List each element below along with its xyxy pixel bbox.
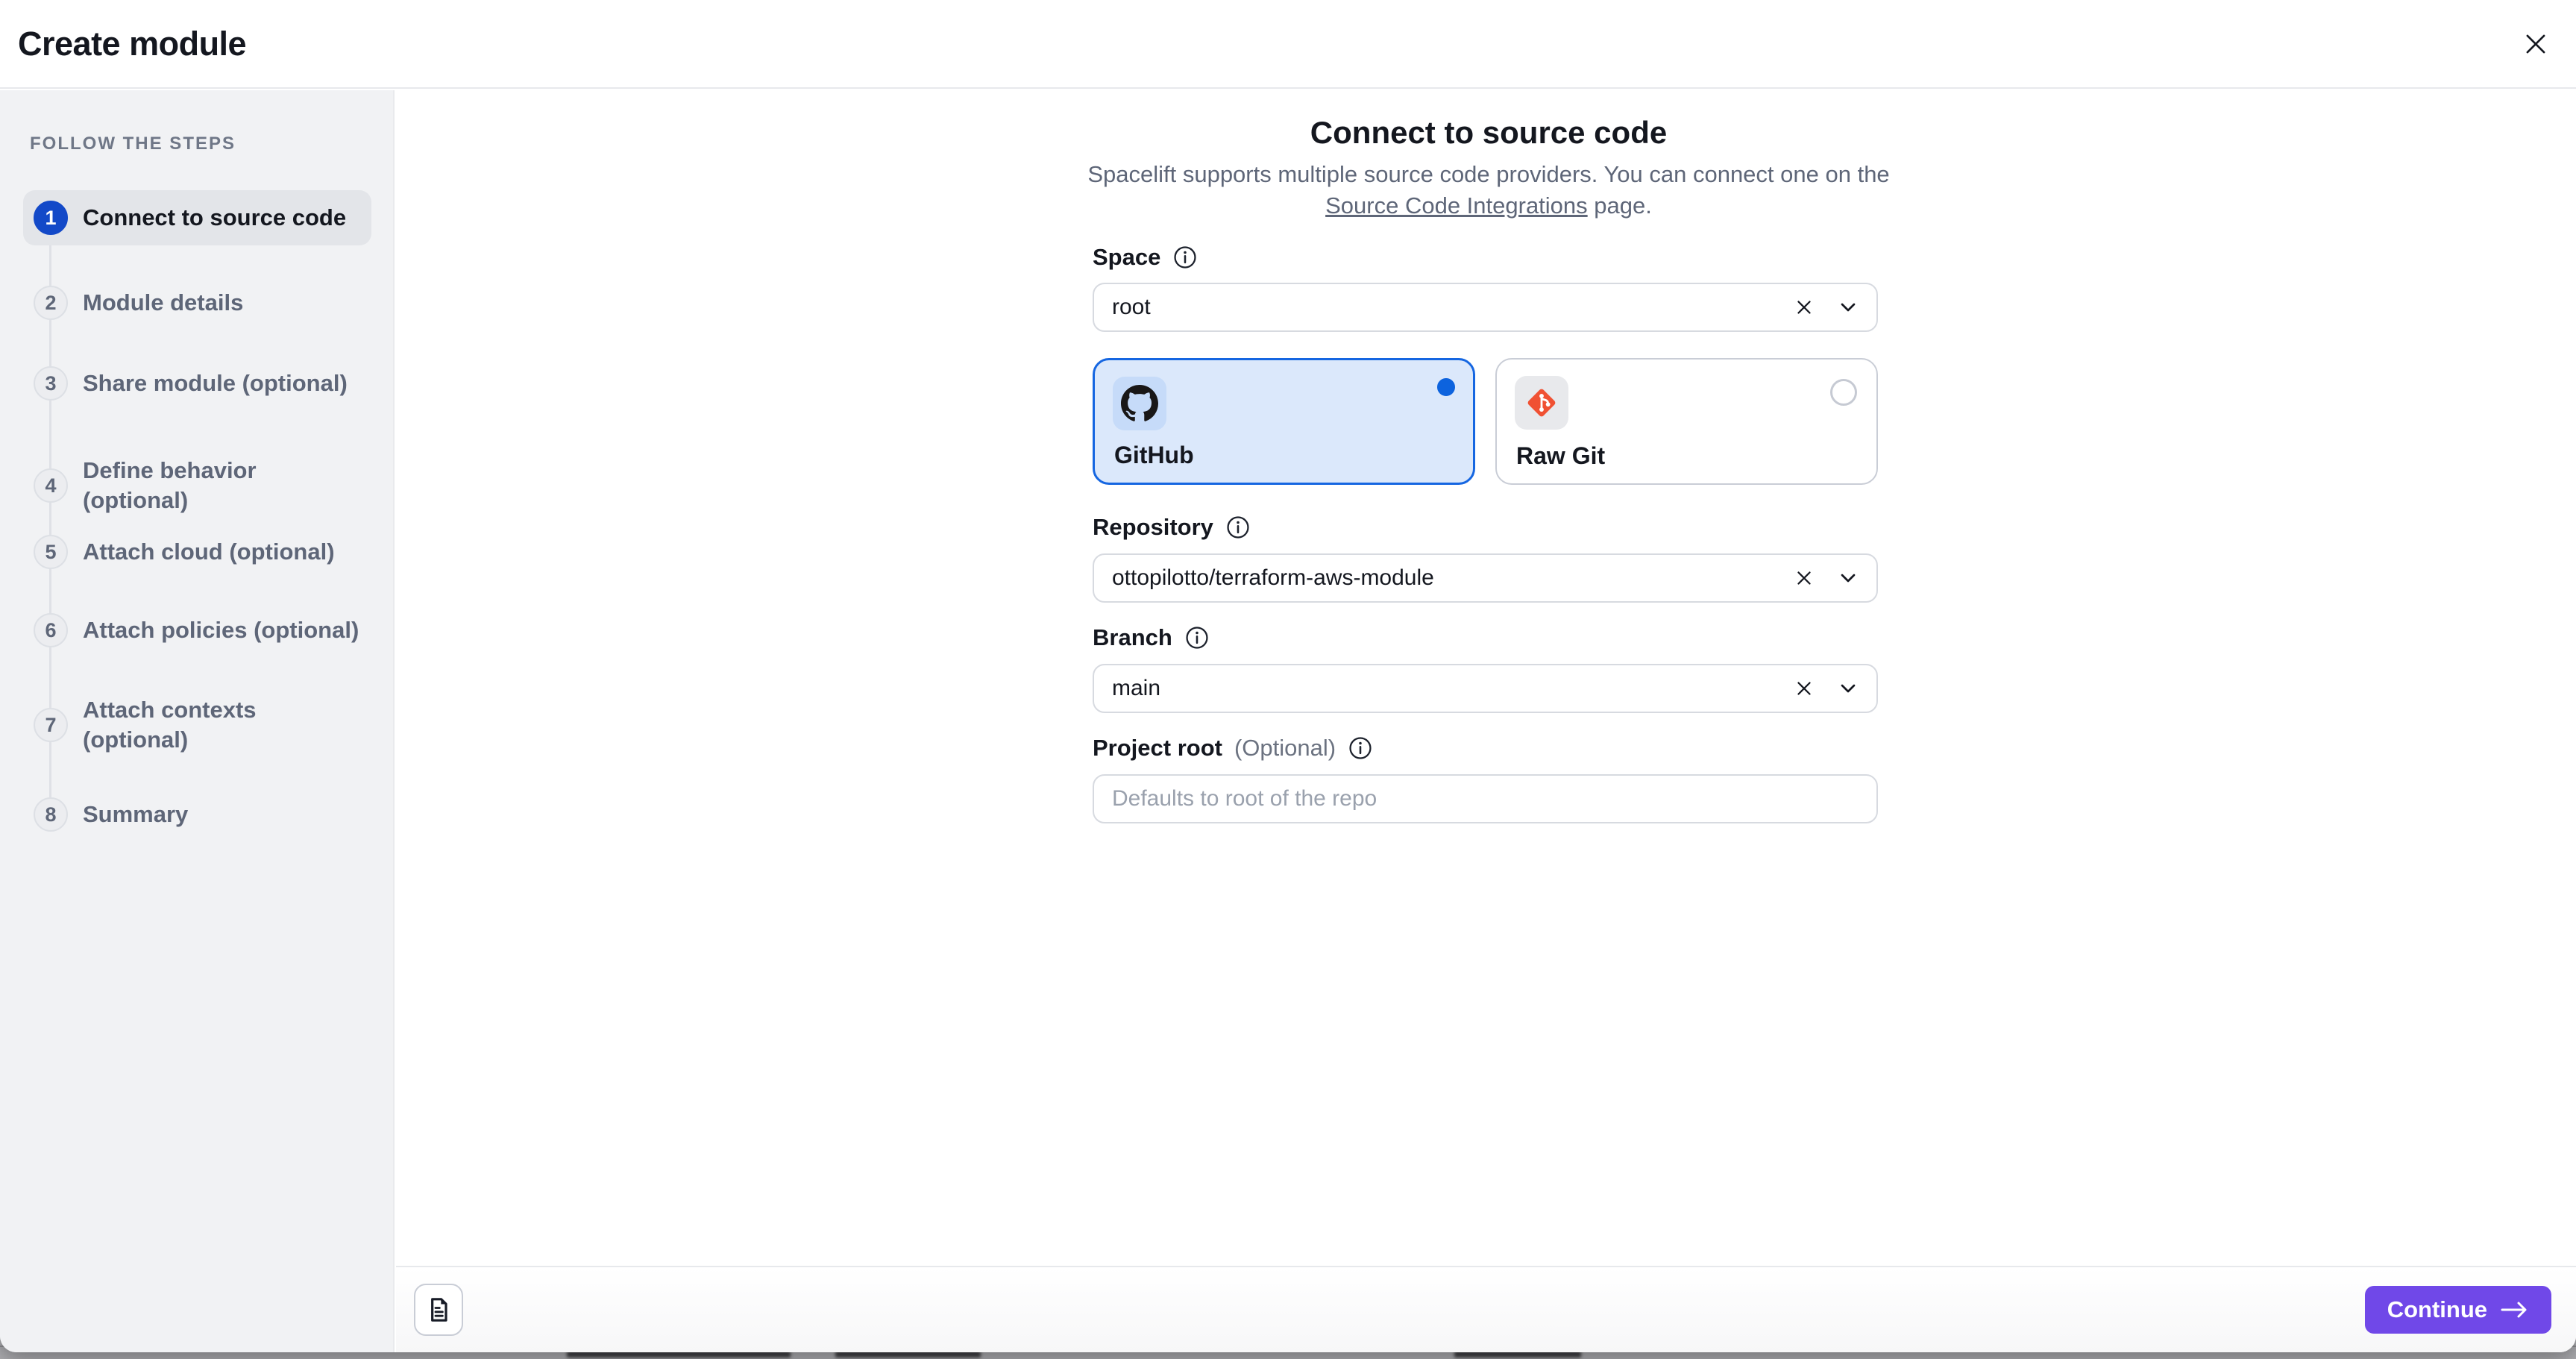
page-title: Connect to source code	[918, 115, 2059, 151]
sidebar-heading: FOLLOW THE STEPS	[30, 134, 236, 154]
step-number-badge: 7	[34, 708, 68, 742]
modal-title: Create module	[18, 25, 246, 63]
step-label: Attach contexts (optional)	[83, 695, 257, 755]
provider-card-raw-git[interactable]: Raw Git	[1495, 358, 1878, 485]
subtitle-text: Spacelift supports multiple source code …	[1087, 161, 1889, 187]
provider-card-github[interactable]: GitHub	[1093, 358, 1475, 485]
step-label: Share module (optional)	[83, 368, 348, 398]
step-number-badge: 3	[34, 366, 68, 401]
space-field-label: Space	[1093, 244, 1198, 271]
info-icon[interactable]	[1225, 515, 1251, 540]
field-label-text: Project root	[1093, 735, 1222, 762]
optional-tag: (Optional)	[1234, 735, 1336, 762]
document-icon	[424, 1295, 453, 1325]
branch-field-label: Branch	[1093, 624, 1210, 651]
sidebar-step-attach-policies[interactable]: 6 Attach policies (optional)	[23, 613, 371, 647]
documentation-button[interactable]	[414, 1284, 463, 1336]
sidebar-step-module-details[interactable]: 2 Module details	[23, 286, 371, 320]
arrow-right-icon	[2499, 1299, 2529, 1320]
space-select[interactable]: root	[1093, 283, 1878, 332]
chevron-down-icon[interactable]	[1836, 295, 1860, 319]
step-label: Attach cloud (optional)	[83, 537, 335, 567]
sidebar-step-attach-contexts[interactable]: 7 Attach contexts (optional)	[23, 695, 371, 755]
project-root-placeholder: Defaults to root of the repo	[1112, 786, 1860, 812]
provider-card-label: GitHub	[1114, 442, 1194, 469]
modal-header: Create module	[0, 0, 2576, 89]
chevron-down-icon[interactable]	[1836, 566, 1860, 590]
radio-selected[interactable]	[1437, 378, 1455, 396]
sidebar-step-attach-cloud[interactable]: 5 Attach cloud (optional)	[23, 535, 371, 569]
step-number-badge: 8	[34, 797, 68, 832]
subtitle-text: page.	[1588, 192, 1652, 219]
git-icon	[1515, 376, 1568, 430]
step-label: Module details	[83, 288, 243, 318]
sidebar-step-share-module[interactable]: 3 Share module (optional)	[23, 366, 371, 401]
clear-icon[interactable]	[1793, 677, 1815, 700]
step-label: Connect to source code	[83, 203, 346, 233]
field-label-text: Branch	[1093, 624, 1172, 651]
info-icon[interactable]	[1348, 735, 1373, 761]
step-number-badge: 6	[34, 613, 68, 647]
info-icon[interactable]	[1184, 625, 1210, 650]
close-icon	[2522, 30, 2550, 58]
space-select-value: root	[1112, 295, 1793, 320]
chevron-down-icon[interactable]	[1836, 677, 1860, 700]
source-code-integrations-link[interactable]: Source Code Integrations	[1325, 192, 1588, 219]
step-number-badge: 5	[34, 535, 68, 569]
continue-button[interactable]: Continue	[2365, 1286, 2551, 1334]
branch-select[interactable]: main	[1093, 664, 1878, 713]
step-number-badge: 1	[34, 201, 68, 235]
close-button[interactable]	[2515, 23, 2557, 65]
radio-unselected[interactable]	[1830, 379, 1857, 406]
field-label-text: Repository	[1093, 514, 1213, 541]
info-icon[interactable]	[1172, 245, 1198, 270]
clear-icon[interactable]	[1793, 296, 1815, 318]
project-root-field-label: Project root (Optional)	[1093, 735, 1373, 762]
wizard-footer: Continue	[396, 1266, 2576, 1352]
create-module-modal: Create module FOLLOW THE STEPS 1 Connect…	[0, 0, 2576, 1352]
github-icon	[1113, 377, 1166, 430]
continue-label: Continue	[2387, 1296, 2487, 1323]
step-content-panel: Connect to source code Spacelift support…	[396, 90, 2576, 1352]
steps-sidebar: FOLLOW THE STEPS 1 Connect to source cod…	[0, 90, 395, 1352]
step-label: Define behavior (optional)	[83, 456, 257, 515]
sidebar-step-connect-to-source-code[interactable]: 1 Connect to source code	[23, 190, 371, 245]
clear-icon[interactable]	[1793, 567, 1815, 589]
page-subtitle: Spacelift supports multiple source code …	[1000, 159, 1977, 222]
project-root-input[interactable]: Defaults to root of the repo	[1093, 774, 1878, 823]
branch-select-value: main	[1112, 676, 1793, 701]
repository-field-label: Repository	[1093, 514, 1251, 541]
provider-card-label: Raw Git	[1516, 442, 1605, 470]
sidebar-step-define-behavior[interactable]: 4 Define behavior (optional)	[23, 456, 371, 515]
step-label: Summary	[83, 800, 188, 829]
step-label: Attach policies (optional)	[83, 615, 359, 645]
repository-select-value: ottopilotto/terraform-aws-module	[1112, 565, 1793, 591]
field-label-text: Space	[1093, 244, 1160, 271]
step-number-badge: 4	[34, 468, 68, 503]
repository-select[interactable]: ottopilotto/terraform-aws-module	[1093, 553, 1878, 603]
sidebar-step-summary[interactable]: 8 Summary	[23, 797, 371, 832]
step-number-badge: 2	[34, 286, 68, 320]
